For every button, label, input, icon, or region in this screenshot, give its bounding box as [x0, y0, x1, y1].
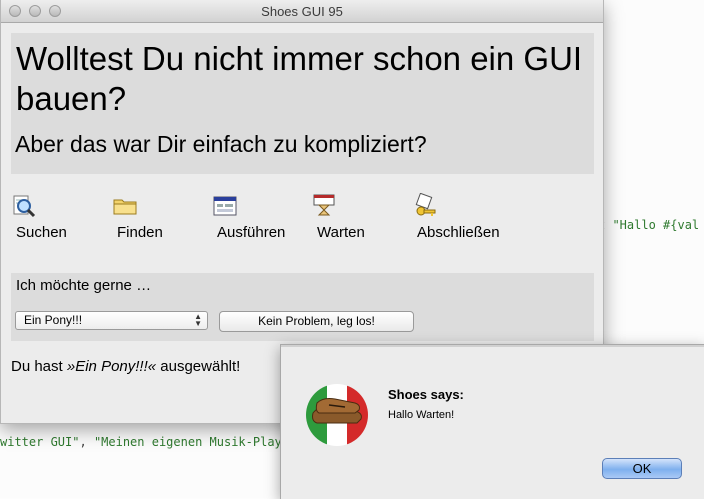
- tool-finden[interactable]: Finden: [112, 193, 212, 245]
- tool-abschliessen[interactable]: Abschließen: [412, 192, 512, 245]
- tool-label: Warten: [317, 224, 365, 241]
- key-icon: [412, 192, 438, 219]
- dialog-message: Hallo Warten!: [388, 409, 455, 421]
- folder-icon: [112, 193, 138, 219]
- select-value: Ein Pony!!!: [24, 313, 83, 327]
- page-title: Wolltest Du nicht immer schon ein GUI ba…: [16, 40, 583, 117]
- window-title: Shoes GUI 95: [261, 4, 343, 19]
- dialog-title: Shoes says:: [388, 387, 464, 402]
- run-window-icon: [212, 193, 238, 219]
- page-subtitle: Aber das war Dir einfach zu kompliziert?: [15, 131, 427, 157]
- tool-suchen[interactable]: Suchen: [11, 193, 111, 245]
- code-snippet-right: t "Hallo #{val: [598, 218, 700, 232]
- result-text: Du hast »Ein Pony!!!« ausgewählt!: [11, 358, 241, 375]
- choice-panel: Ich möchte gerne … Ein Pony!!! ▲ ▼ Kein P…: [11, 273, 594, 341]
- hero-panel: Wolltest Du nicht immer schon ein GUI ba…: [11, 33, 594, 174]
- window-titlebar[interactable]: Shoes GUI 95: [1, 0, 603, 23]
- shoes-logo-icon: [305, 383, 369, 447]
- ok-button[interactable]: OK: [602, 458, 682, 479]
- hourglass-icon: [312, 193, 338, 219]
- result-value: »Ein Pony!!!«: [66, 358, 157, 375]
- code-snippet-bottom: witter GUI", "Meinen eigenen Musik-Playe: [0, 435, 290, 449]
- tool-label: Suchen: [16, 224, 67, 241]
- wish-select[interactable]: Ein Pony!!! ▲ ▼: [15, 311, 208, 330]
- tool-label: Ausführen: [217, 224, 286, 241]
- tool-label: Abschließen: [417, 224, 500, 241]
- dialog-top-edge: [281, 345, 704, 347]
- chevron-updown-icon: ▲ ▼: [194, 312, 202, 328]
- search-icon: [11, 193, 37, 219]
- tool-warten[interactable]: Warten: [312, 193, 412, 245]
- tool-ausfuehren[interactable]: Ausführen: [212, 193, 312, 245]
- choice-prompt: Ich möchte gerne …: [16, 277, 152, 294]
- go-button[interactable]: Kein Problem, leg los!: [219, 311, 414, 332]
- tool-label: Finden: [117, 224, 163, 241]
- alert-dialog: Shoes says: Hallo Warten! OK: [280, 344, 704, 499]
